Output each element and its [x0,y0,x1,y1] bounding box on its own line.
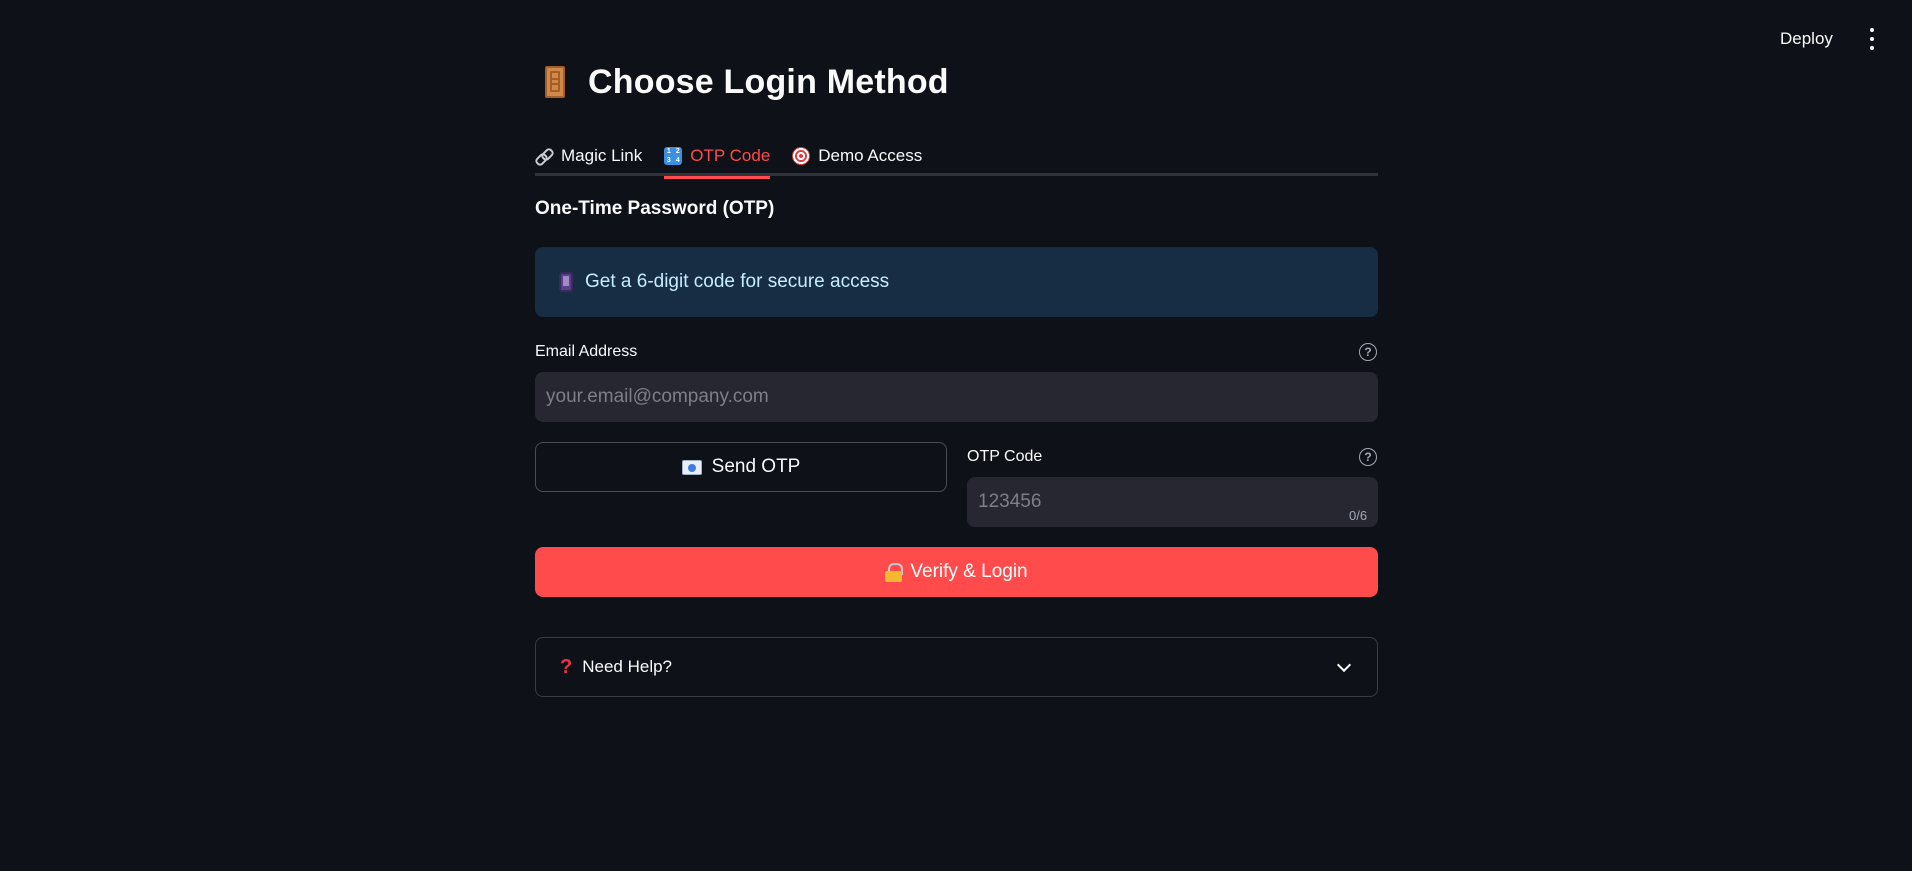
kebab-dot [1870,37,1874,41]
send-otp-label: Send OTP [711,456,801,477]
numpad-icon: 1234 [664,147,683,165]
tab-magic-link[interactable]: Magic Link [535,128,642,176]
kebab-dot [1870,28,1874,32]
page-title: Choose Login Method [588,62,949,101]
tab-demo-access[interactable]: Demo Access [792,128,922,176]
help-tooltip-icon[interactable]: ? [1359,448,1377,466]
lock-icon [885,562,904,582]
login-method-tabs: Magic Link 1234 OTP Code Demo Access [535,128,1378,179]
otp-section-title: One-Time Password (OTP) [535,198,775,219]
chevron-down-icon [1336,657,1352,673]
tab-label: OTP Code [690,146,771,165]
otp-char-counter: 0/6 [1349,508,1368,523]
kebab-dot [1870,46,1874,50]
tab-label: Magic Link [561,146,643,165]
page-title-row: Choose Login Method [545,58,949,106]
otp-code-label: OTP Code [967,448,1043,465]
info-alert-text: Get a 6-digit code for secure access [585,271,890,292]
deploy-button[interactable]: Deploy [1776,27,1837,51]
kebab-menu-icon[interactable] [1866,28,1878,50]
verify-login-label: Verify & Login [910,561,1028,582]
envelope-icon [681,459,702,475]
email-label: Email Address [535,343,638,360]
tab-otp-code[interactable]: 1234 OTP Code [664,128,771,179]
otp-code-input[interactable] [967,477,1378,527]
tab-label: Demo Access [818,146,923,165]
expander-label: Need Help? [582,657,672,676]
info-alert: Get a 6-digit code for secure access [535,247,1378,317]
need-help-expander[interactable]: ? Need Help? [535,637,1378,697]
app-header: Deploy [0,0,1912,78]
email-field[interactable] [535,372,1378,422]
mobile-phone-icon [559,272,573,292]
help-tooltip-icon[interactable]: ? [1359,343,1377,361]
verify-login-button[interactable]: Verify & Login [535,547,1378,597]
link-icon [535,147,553,165]
send-otp-button[interactable]: Send OTP [535,442,947,492]
door-icon [545,66,565,98]
question-mark-icon: ? [560,655,573,678]
target-icon [792,147,811,165]
